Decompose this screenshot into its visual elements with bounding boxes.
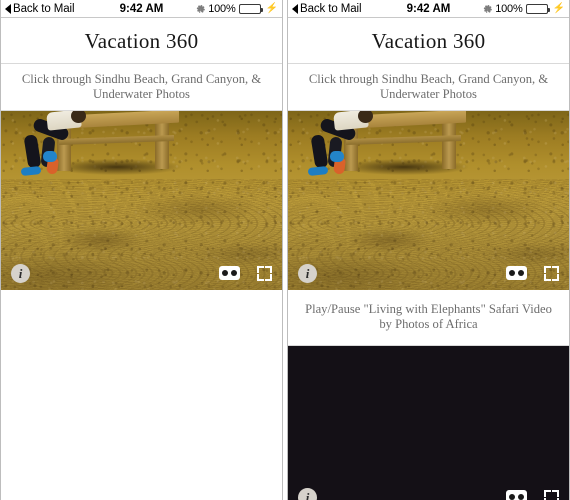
web-page-content: Vacation 360 Click through Sindhu Beach,… bbox=[288, 18, 569, 500]
video-controls: i bbox=[288, 486, 569, 500]
cardboard-vr-icon[interactable] bbox=[219, 266, 240, 280]
page-title: Vacation 360 bbox=[288, 18, 569, 64]
battery-icon bbox=[238, 3, 263, 14]
video-right-controls bbox=[506, 489, 559, 500]
phone-screen-left: Back to Mail 9:42 AM 100% ⚡ Vacation 360… bbox=[0, 0, 283, 500]
fullscreen-icon[interactable] bbox=[257, 265, 272, 281]
person-on-bench bbox=[19, 111, 91, 183]
back-to-mail-label: Back to Mail bbox=[300, 2, 362, 15]
fullscreen-icon[interactable] bbox=[544, 265, 559, 281]
page-subtitle: Click through Sindhu Beach, Grand Canyon… bbox=[1, 64, 282, 111]
screenshot-comparison-stage: Back to Mail 9:42 AM 100% ⚡ Vacation 360… bbox=[0, 0, 570, 500]
viewer-right-controls bbox=[506, 265, 559, 281]
battery-percent-label: 100% bbox=[208, 2, 236, 15]
activity-spinner-icon bbox=[481, 3, 492, 14]
status-bar: Back to Mail 9:42 AM 100% ⚡ bbox=[1, 0, 282, 18]
charging-bolt-icon: ⚡ bbox=[265, 2, 278, 14]
video-caption: Play/Pause "Living with Elephants" Safar… bbox=[288, 290, 569, 346]
empty-page-area bbox=[1, 290, 282, 500]
activity-spinner-icon bbox=[194, 3, 205, 14]
page-title: Vacation 360 bbox=[1, 18, 282, 64]
back-caret-icon bbox=[292, 3, 298, 14]
cardboard-vr-icon[interactable] bbox=[506, 266, 527, 280]
status-bar: Back to Mail 9:42 AM 100% ⚡ bbox=[288, 0, 569, 18]
battery-percent-label: 100% bbox=[495, 2, 523, 15]
back-to-mail-label: Back to Mail bbox=[13, 2, 75, 15]
charging-bolt-icon: ⚡ bbox=[552, 2, 565, 14]
info-icon[interactable]: i bbox=[11, 263, 30, 283]
back-caret-icon bbox=[5, 3, 11, 14]
viewer-controls: i bbox=[1, 262, 282, 284]
back-to-mail-button[interactable]: Back to Mail bbox=[292, 2, 362, 15]
person-on-bench bbox=[306, 111, 378, 183]
viewer-right-controls bbox=[219, 265, 272, 281]
photo-360-viewer[interactable]: i bbox=[288, 111, 569, 290]
info-icon[interactable]: i bbox=[298, 263, 317, 283]
page-subtitle: Click through Sindhu Beach, Grand Canyon… bbox=[288, 64, 569, 111]
status-bar-right-group: 100% ⚡ bbox=[481, 3, 565, 15]
viewer-controls: i bbox=[288, 262, 569, 284]
phone-screen-right: Back to Mail 9:42 AM 100% ⚡ Vacation 360… bbox=[287, 0, 570, 500]
cardboard-vr-icon[interactable] bbox=[506, 490, 527, 500]
web-page-content: Vacation 360 Click through Sindhu Beach,… bbox=[1, 18, 282, 500]
fullscreen-icon[interactable] bbox=[544, 489, 559, 500]
battery-icon bbox=[525, 3, 550, 14]
status-bar-right-group: 100% ⚡ bbox=[194, 3, 278, 15]
video-360-player[interactable]: i bbox=[288, 346, 569, 500]
back-to-mail-button[interactable]: Back to Mail bbox=[5, 2, 75, 15]
photo-360-viewer[interactable]: i bbox=[1, 111, 282, 290]
info-icon[interactable]: i bbox=[298, 487, 317, 500]
